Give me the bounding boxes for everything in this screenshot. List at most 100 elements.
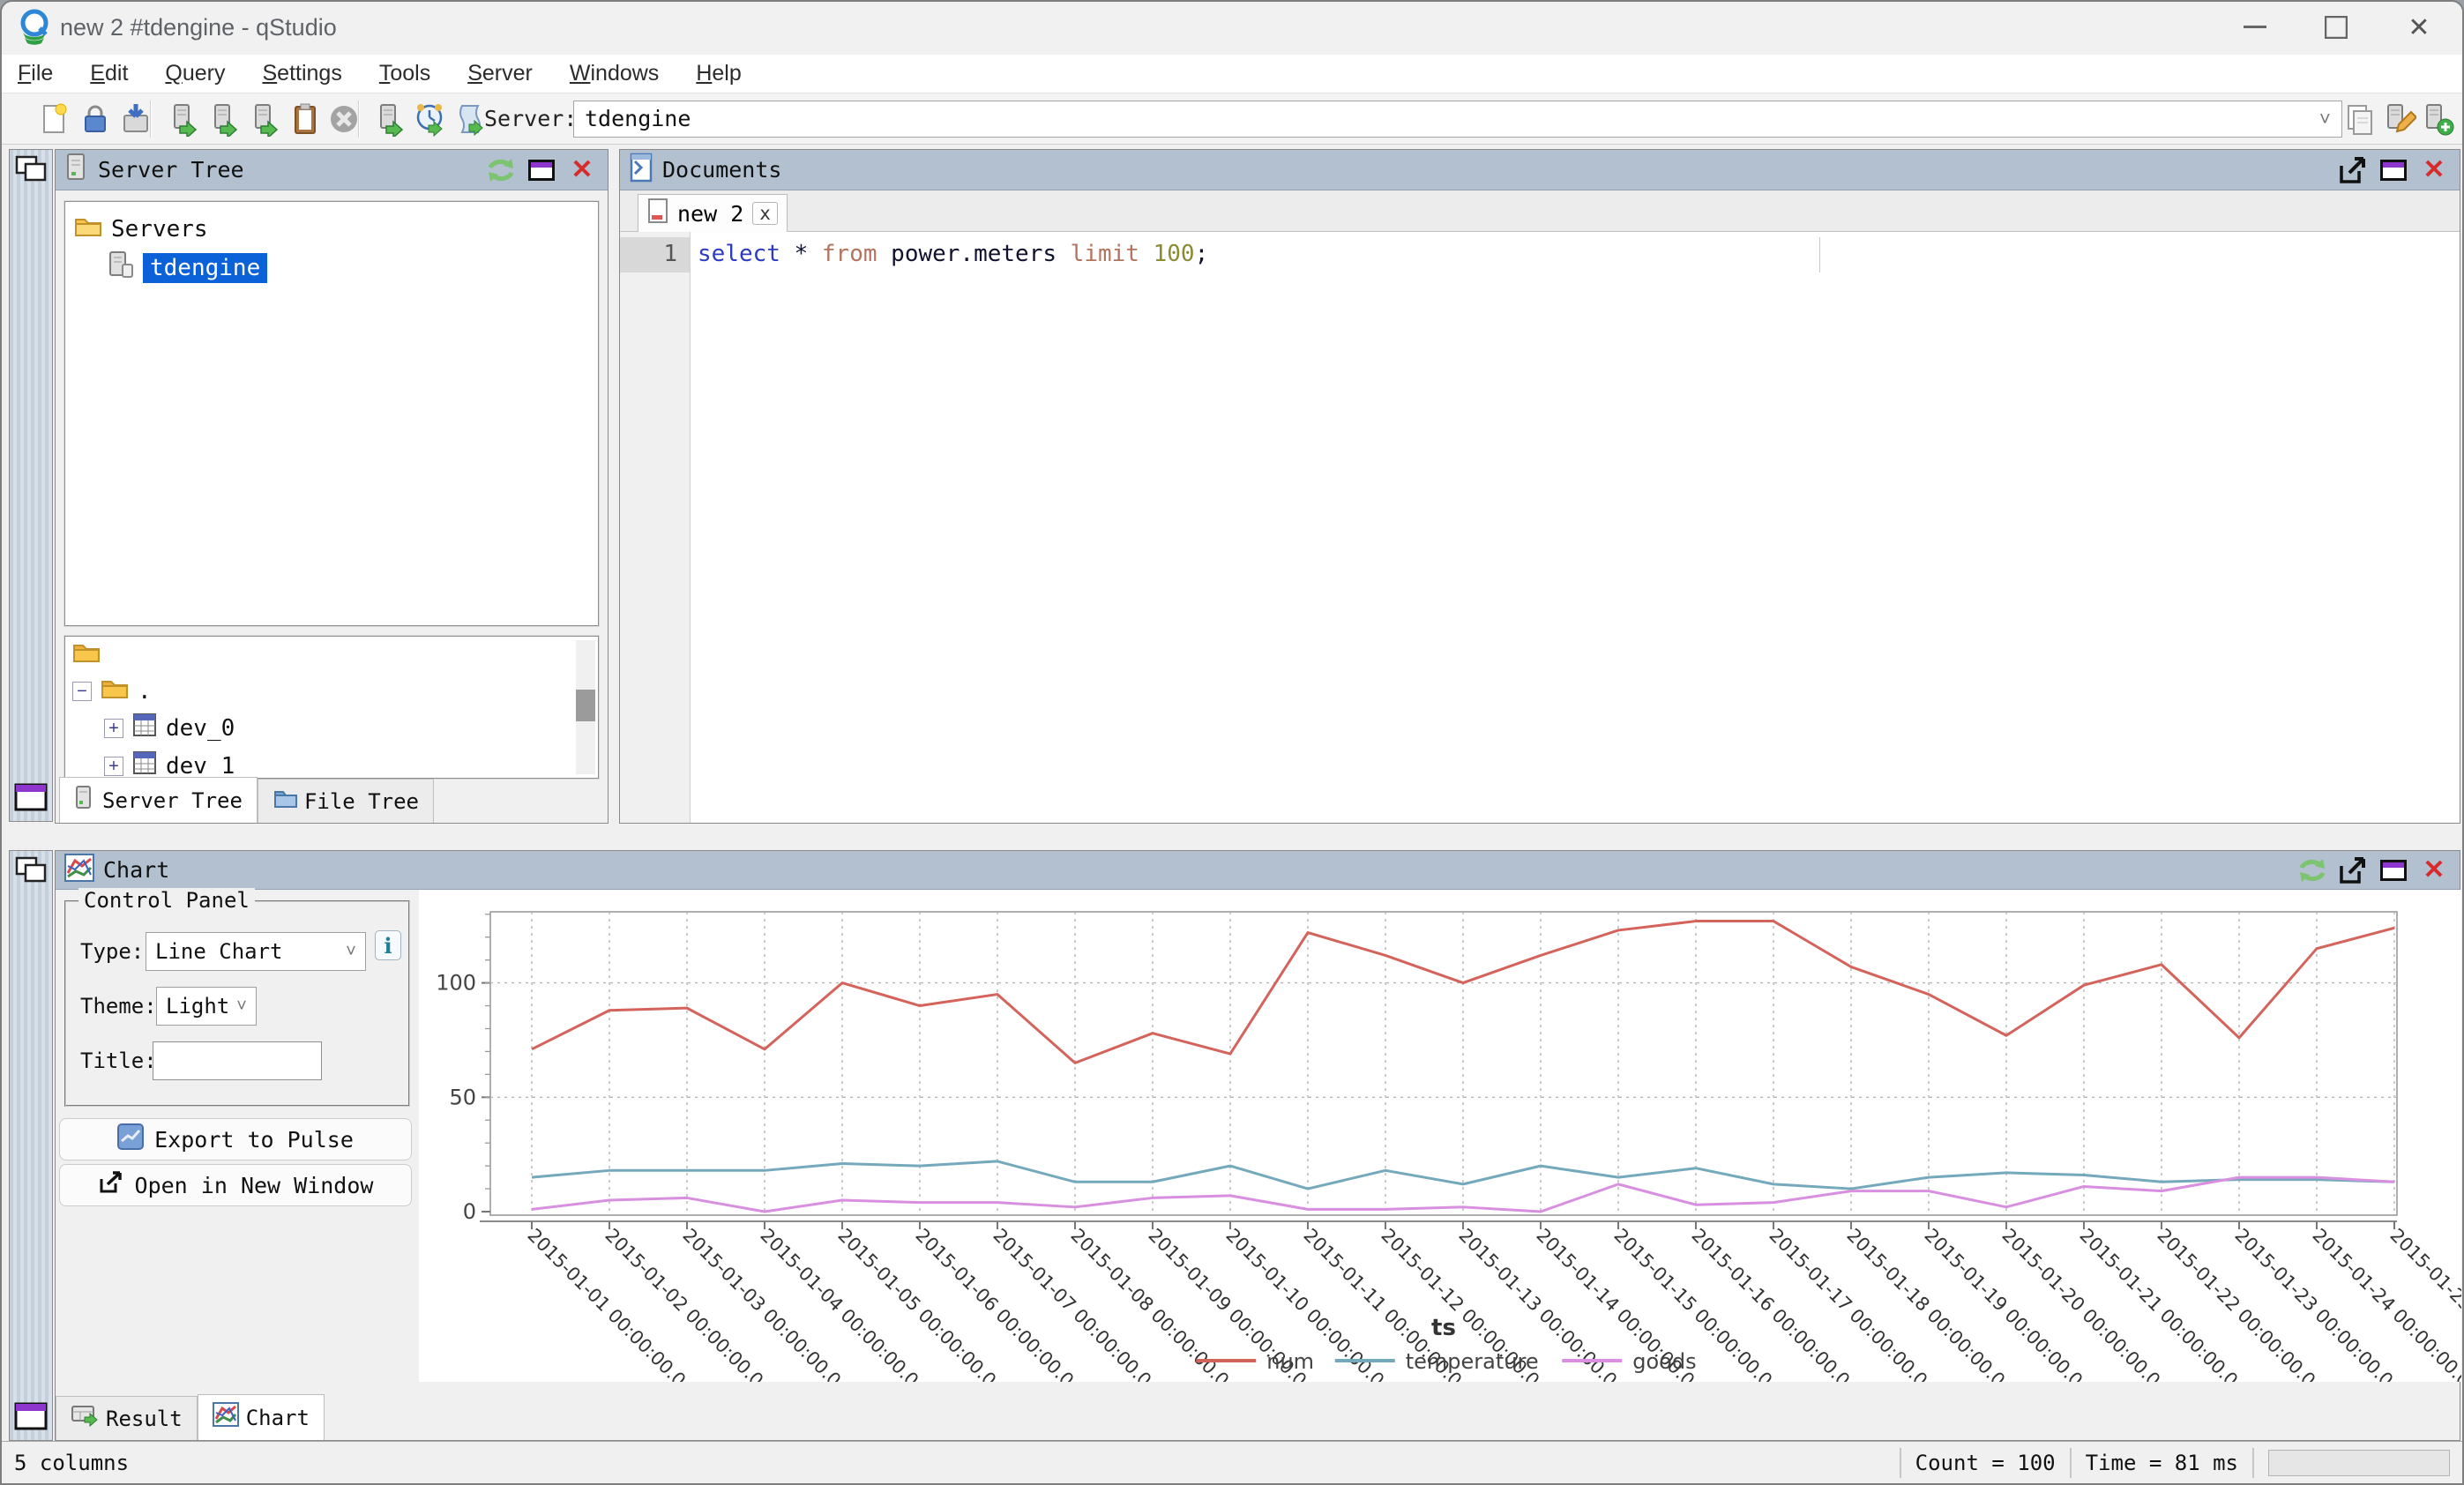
theme-select[interactable]: Light˅ xyxy=(156,987,257,1026)
lock-icon[interactable] xyxy=(78,101,113,137)
status-separator xyxy=(2252,1448,2268,1478)
cascade-windows-icon[interactable] xyxy=(15,856,49,889)
maximize-button[interactable] xyxy=(2309,7,2363,48)
svg-text:100: 100 xyxy=(436,971,476,996)
close-icon[interactable]: ✕ xyxy=(2417,854,2451,887)
menu-help[interactable]: Help xyxy=(683,61,753,86)
menu-tools[interactable]: Tools xyxy=(367,61,443,86)
expand-icon[interactable]: + xyxy=(104,719,123,738)
chart-title-input[interactable] xyxy=(153,1041,322,1080)
clock-run-icon[interactable] xyxy=(413,101,448,137)
upper-dock-strip[interactable] xyxy=(9,149,53,822)
restore-window-icon[interactable] xyxy=(14,1402,48,1435)
title-bar: new 2 #tdengine - qStudio ✕ xyxy=(2,2,2462,55)
selected-tree-label: tdengine xyxy=(143,253,267,283)
server-tree-header: Server Tree ✕ xyxy=(56,150,608,190)
close-icon[interactable]: ✕ xyxy=(565,153,599,187)
documents-panel: Documents ✕ new 2 x 1 select * from powe… xyxy=(619,149,2460,824)
progress-bar xyxy=(2268,1450,2450,1476)
info-icon[interactable]: i xyxy=(375,930,401,960)
svg-text:ts: ts xyxy=(1431,1315,1456,1341)
copy-icon[interactable] xyxy=(2342,101,2378,137)
save-icon[interactable] xyxy=(118,101,153,137)
clipboard-icon[interactable] xyxy=(287,101,323,137)
open-in-new-window-button[interactable]: Open in New Window xyxy=(59,1164,412,1206)
tree-node-servers[interactable]: Servers xyxy=(74,214,589,243)
svg-text:0: 0 xyxy=(463,1199,476,1224)
pulse-icon xyxy=(117,1123,144,1156)
refresh-icon[interactable] xyxy=(484,153,518,187)
side-tab-bar: Server Tree File Tree xyxy=(59,777,434,823)
chevron-down-icon: ˅ xyxy=(346,940,356,963)
sql-editor[interactable]: 1 select * from power.meters limit 100; xyxy=(620,232,2460,823)
svg-text:50: 50 xyxy=(449,1085,476,1109)
popout-icon[interactable] xyxy=(2336,153,2370,187)
status-right-group: Count = 100 Time = 81 ms xyxy=(1900,1442,2462,1483)
new-file-icon[interactable] xyxy=(37,101,72,137)
lower-dock-strip[interactable] xyxy=(9,850,53,1441)
tab-close-button[interactable]: x xyxy=(752,202,778,225)
server-icon xyxy=(64,153,89,187)
result-chart-tab-bar: Result Chart xyxy=(56,1394,325,1440)
type-label: Type: xyxy=(80,939,144,964)
tab-chart[interactable]: Chart xyxy=(198,1394,325,1440)
menu-server[interactable]: Server xyxy=(455,61,545,86)
server-edit-icon[interactable] xyxy=(2381,101,2416,137)
status-bar: 5 columns Count = 100 Time = 81 ms xyxy=(2,1441,2462,1483)
collapse-icon[interactable]: − xyxy=(72,682,92,701)
menu-windows[interactable]: Windows xyxy=(557,61,671,86)
count-status: Count = 100 xyxy=(1900,1448,2070,1478)
qstudio-logo-icon xyxy=(16,9,53,50)
group-title: Control Panel xyxy=(78,888,255,913)
menu-settings[interactable]: Settings xyxy=(250,61,354,86)
popout-icon xyxy=(98,1170,124,1201)
close-button[interactable]: ✕ xyxy=(2392,7,2446,48)
tree-node-root-folder[interactable] xyxy=(72,640,591,669)
scrollbar-thumb[interactable] xyxy=(576,690,595,721)
script-run-icon[interactable] xyxy=(453,101,489,137)
tab-file-tree[interactable]: File Tree xyxy=(258,779,434,823)
tab-result[interactable]: Result xyxy=(56,1396,198,1440)
time-status: Time = 81 ms xyxy=(2070,1448,2252,1478)
tree-node-dev0[interactable]: + dev_0 xyxy=(104,713,591,743)
export-to-pulse-button[interactable]: Export to Pulse xyxy=(59,1118,412,1160)
tab-new-2[interactable]: new 2 x xyxy=(638,194,788,232)
server-run-icon-3[interactable] xyxy=(247,101,282,137)
chart-icon xyxy=(64,854,94,886)
restore-window-icon[interactable] xyxy=(14,783,48,816)
tree-node-dot[interactable]: − . xyxy=(72,676,591,705)
svg-text:2015-01-24 00:00:00.0: 2015-01-24 00:00:00.0 xyxy=(2308,1225,2461,1382)
folder-icon xyxy=(101,676,129,705)
server-run-icon-2[interactable] xyxy=(206,101,242,137)
chart-panel: Chart ✕ Control Panel Type: Line Chart˅ … xyxy=(55,850,2460,1441)
server-run-icon-1[interactable] xyxy=(166,101,201,137)
document-tab-bar: new 2 x xyxy=(620,190,2460,232)
chart-type-select[interactable]: Line Chart˅ xyxy=(146,932,366,971)
server-select[interactable]: tdengine ˅ xyxy=(573,101,2342,138)
maximize-icon[interactable] xyxy=(2377,153,2410,187)
line-number: 1 xyxy=(620,237,690,272)
expand-icon[interactable]: + xyxy=(104,757,123,776)
tree-node-tdengine[interactable]: tdengine xyxy=(108,250,589,285)
scrollbar[interactable] xyxy=(576,640,595,774)
toolbar: Server: tdengine ˅ xyxy=(2,93,2462,145)
tab-server-tree[interactable]: Server Tree xyxy=(59,777,258,823)
server-tree-view: Servers tdengine xyxy=(64,201,599,626)
control-panel-group: Control Panel Type: Line Chart˅ Theme: L… xyxy=(64,900,410,1107)
svg-text:num: num xyxy=(1266,1349,1314,1374)
close-icon[interactable]: ✕ xyxy=(2417,153,2451,187)
menu-file[interactable]: File xyxy=(5,61,65,86)
popout-icon[interactable] xyxy=(2336,854,2370,887)
menu-edit[interactable]: Edit xyxy=(78,61,140,86)
toolbar-separator xyxy=(150,101,152,138)
menu-query[interactable]: Query xyxy=(153,61,237,86)
refresh-icon[interactable] xyxy=(2296,854,2329,887)
maximize-icon[interactable] xyxy=(525,153,558,187)
maximize-icon[interactable] xyxy=(2377,854,2410,887)
cascade-windows-icon[interactable] xyxy=(15,155,49,188)
sql-line-code[interactable]: select * from power.meters limit 100; xyxy=(698,241,1208,267)
server-add-icon[interactable] xyxy=(2420,101,2455,137)
server-run-icon-4[interactable] xyxy=(372,101,407,137)
minimize-button[interactable] xyxy=(2228,7,2282,48)
chevron-down-icon[interactable]: ˅ xyxy=(2319,108,2331,131)
